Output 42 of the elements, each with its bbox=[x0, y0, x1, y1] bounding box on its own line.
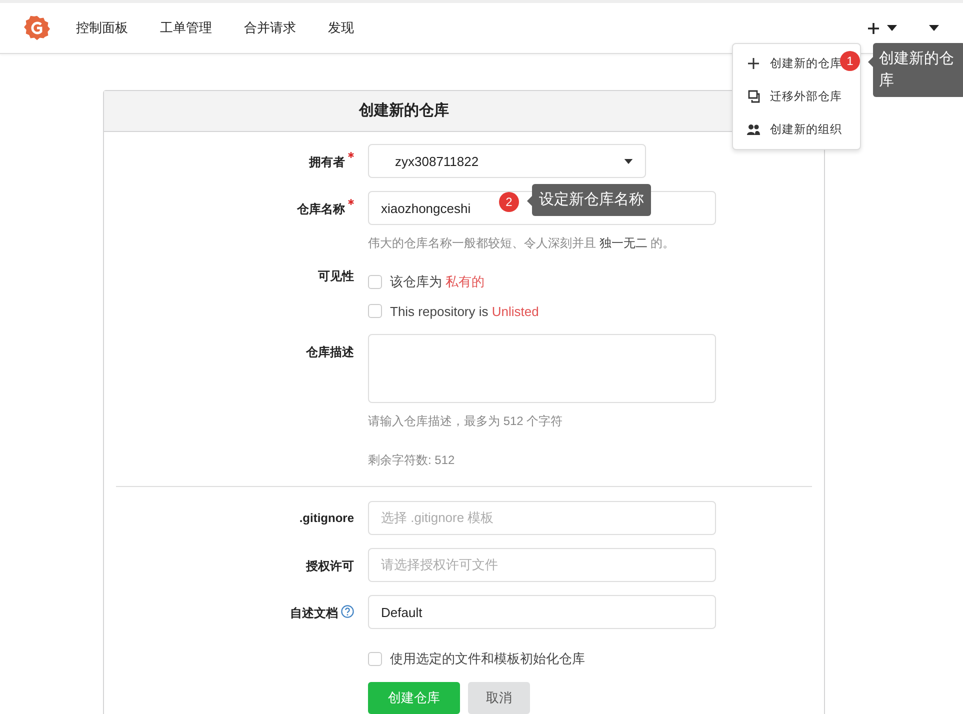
menu-item-label: 创建新的组织 bbox=[770, 122, 842, 137]
field-label: 仓库描述 bbox=[306, 344, 354, 361]
logo-icon[interactable] bbox=[24, 15, 50, 41]
field-label: .gitignore bbox=[299, 511, 354, 525]
help-text: 伟大的仓库名称一般都较短、令人深刻并且 独一无二 的。 bbox=[368, 235, 676, 252]
caret-icon bbox=[887, 25, 897, 31]
nav-link[interactable]: 发现 bbox=[312, 19, 370, 37]
tooltip: 设定新仓库名称 bbox=[532, 184, 651, 216]
select-field[interactable]: Default bbox=[368, 595, 716, 629]
nav-link[interactable]: 控制面板 bbox=[60, 19, 144, 37]
menu-item[interactable]: 迁移外部仓库 bbox=[733, 80, 842, 113]
cancel-button[interactable]: 取消 bbox=[468, 682, 530, 714]
help-text: 剩余字符数: 512 bbox=[368, 452, 456, 469]
checkbox-label: This repository is Unlisted bbox=[390, 304, 539, 318]
help-text: 请输入仓库描述，最多为 512 个字符 bbox=[368, 413, 564, 430]
checkbox[interactable] bbox=[368, 275, 382, 289]
caret-icon bbox=[624, 158, 633, 164]
tooltip: 创建新的仓库 bbox=[873, 43, 963, 97]
select-field[interactable]: zyx308711822 bbox=[368, 144, 646, 178]
menu-item-label: 创建新的仓库 bbox=[770, 56, 842, 71]
plus-icon bbox=[748, 58, 759, 69]
checkbox[interactable] bbox=[368, 304, 382, 318]
tooltip-pointer bbox=[527, 196, 532, 206]
checkbox-label: 使用选定的文件和模板初始化仓库 bbox=[390, 650, 585, 668]
tooltip-pointer bbox=[868, 57, 873, 67]
checkbox-label: 该仓库为 私有的 bbox=[390, 273, 485, 291]
menu-item[interactable]: 创建新的组织 bbox=[733, 113, 842, 146]
menu-item[interactable]: 创建新的仓库 bbox=[733, 47, 842, 80]
field-label: 可见性 bbox=[318, 268, 354, 285]
help-icon[interactable] bbox=[341, 605, 354, 618]
field-label: 自述文档 bbox=[290, 605, 338, 622]
nav-link[interactable]: 工单管理 bbox=[144, 19, 228, 37]
caret-icon bbox=[929, 25, 939, 31]
people-icon bbox=[747, 124, 760, 135]
checkbox[interactable] bbox=[368, 652, 382, 666]
field-label: 仓库名称 bbox=[297, 201, 345, 218]
plus-icon bbox=[868, 22, 879, 34]
menu-item-label: 迁移外部仓库 bbox=[770, 89, 842, 104]
field-label: 拥有者 bbox=[309, 154, 345, 171]
nav-link[interactable]: 合并请求 bbox=[228, 19, 312, 37]
field-label: 授权许可 bbox=[306, 558, 354, 575]
description-field[interactable] bbox=[368, 334, 716, 403]
